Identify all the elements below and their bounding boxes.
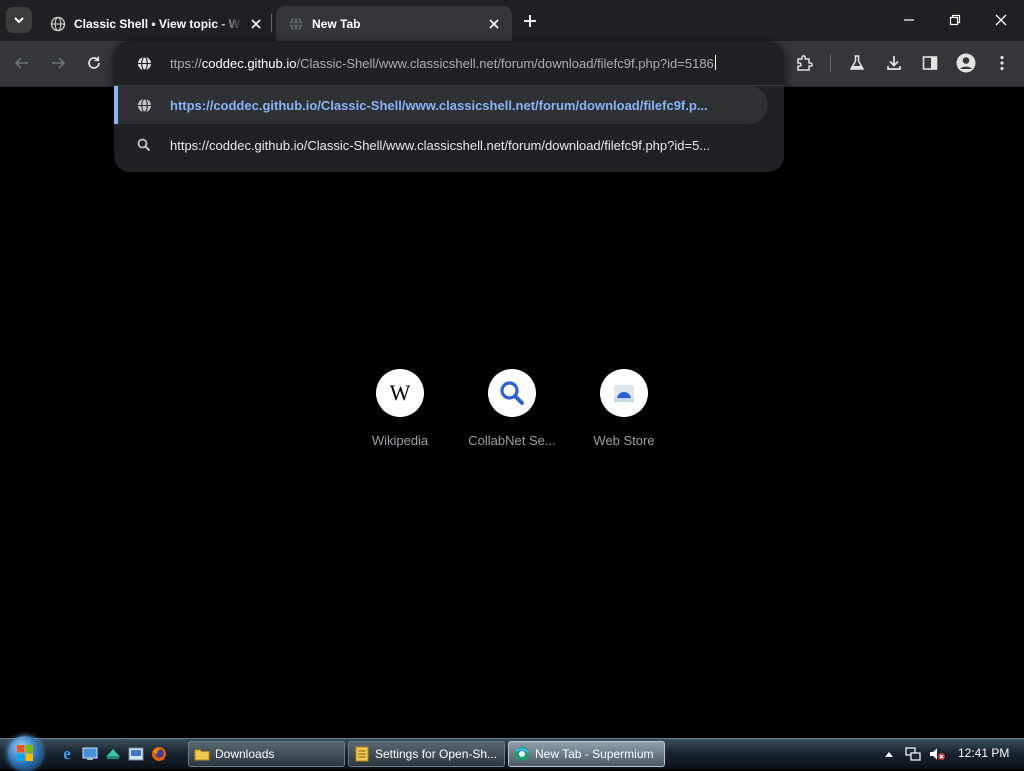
windows-logo-icon (8, 736, 42, 770)
taskbar-clock[interactable]: 12:41 PM (958, 746, 1009, 760)
reload-icon (88, 56, 100, 69)
search-icon (488, 369, 536, 417)
text-caret (714, 55, 716, 70)
volume-muted-icon[interactable] (928, 745, 946, 763)
shortcut-label: CollabNet Se... (468, 433, 556, 448)
taskbar-button-downloads[interactable]: Downloads (188, 741, 345, 767)
tab-search-button[interactable] (6, 7, 32, 33)
url-prefix: ttps:// (170, 56, 202, 71)
close-icon (995, 14, 1007, 26)
taskbar-button-label: Downloads (215, 747, 275, 761)
globe-icon (288, 16, 304, 32)
control-panel-icon[interactable] (127, 745, 145, 763)
taskbar-button-label: New Tab - Supermium (535, 747, 654, 761)
taskbar-button-label: Settings for Open-Sh... (375, 747, 498, 761)
profile-button[interactable] (953, 50, 979, 76)
web-store-icon (600, 369, 648, 417)
labs-button[interactable] (844, 50, 870, 76)
omnibox-popup: ttps://coddec.github.io/Classic-Shell/ww… (114, 41, 784, 172)
network-icon[interactable] (904, 745, 922, 763)
suggestion-text: https://coddec.github.io/Classic-Shell/w… (170, 97, 708, 113)
taskbar-button-supermium[interactable]: New Tab - Supermium (508, 741, 665, 767)
download-icon (887, 56, 901, 70)
settings-icon (354, 746, 370, 762)
close-window-button[interactable] (978, 0, 1024, 40)
back-button[interactable] (9, 50, 35, 76)
new-tab-button[interactable] (518, 9, 542, 33)
address-bar[interactable]: ttps://coddec.github.io/Classic-Shell/ww… (114, 41, 784, 85)
address-input[interactable]: ttps://coddec.github.io/Classic-Shell/ww… (170, 55, 762, 71)
puzzle-icon (797, 55, 813, 71)
wikipedia-icon: W (376, 369, 424, 417)
menu-button[interactable] (989, 50, 1015, 76)
reload-button[interactable] (81, 50, 107, 76)
forward-arrow-icon (52, 57, 66, 69)
side-panel-icon (922, 56, 938, 70)
extensions-button[interactable] (791, 50, 817, 76)
back-arrow-icon (14, 57, 28, 69)
shortcut-label: Wikipedia (371, 433, 429, 448)
firefox-icon[interactable] (150, 745, 168, 763)
toolbar-separator (830, 54, 831, 72)
supermium-icon (514, 746, 530, 762)
internet-explorer-icon[interactable]: e (58, 744, 76, 763)
taskbar-button-settings[interactable]: Settings for Open-Sh... (348, 741, 505, 767)
kebab-menu-icon (1000, 55, 1004, 71)
restore-button[interactable] (932, 0, 978, 40)
tab-title: New Tab (312, 16, 361, 31)
minimize-icon (904, 19, 914, 21)
tab-title: Classic Shell • View topic - Windows (74, 16, 242, 31)
url-path: /Classic-Shell/www.classicshell.net/foru… (296, 56, 714, 71)
start-button[interactable] (4, 735, 46, 771)
close-icon[interactable] (486, 16, 502, 32)
shortcut-label: Web Store (593, 433, 655, 448)
tab-classic-shell[interactable]: Classic Shell • View topic - Windows (38, 6, 274, 41)
switch-windows-icon[interactable] (104, 745, 122, 763)
side-panel-button[interactable] (917, 50, 943, 76)
show-desktop-icon[interactable] (81, 745, 99, 763)
tab-separator (271, 14, 272, 32)
chevron-down-icon (14, 17, 24, 24)
chevron-up-icon (885, 752, 893, 757)
globe-icon (136, 97, 152, 113)
shortcut-wikipedia[interactable]: W Wikipedia (344, 369, 456, 453)
folder-icon (194, 746, 210, 762)
search-icon (136, 137, 152, 153)
shortcut-web-store[interactable]: Web Store (568, 369, 680, 453)
avatar-icon (956, 53, 976, 73)
suggestion-text: https://coddec.github.io/Classic-Shell/w… (170, 137, 711, 153)
omnibox-suggestion[interactable]: https://coddec.github.io/Classic-Shell/w… (114, 86, 768, 124)
tab-strip: Classic Shell • View topic - Windows New… (0, 0, 1024, 41)
url-host: coddec.github.io (201, 56, 297, 71)
forward-button[interactable] (45, 50, 71, 76)
taskbar: e Downloads Settings for Open-Sh... New … (0, 735, 1024, 771)
globe-icon (136, 55, 152, 71)
flask-icon (849, 55, 865, 70)
omnibox-suggestion[interactable]: https://coddec.github.io/Classic-Shell/w… (114, 126, 768, 164)
plus-icon (524, 15, 536, 27)
close-icon[interactable] (248, 16, 264, 32)
tab-new-tab[interactable]: New Tab (276, 6, 512, 41)
shortcut-collabnet[interactable]: CollabNet Se... (456, 369, 568, 453)
globe-icon (50, 16, 66, 32)
show-hidden-icons-button[interactable] (883, 745, 895, 763)
restore-icon (949, 14, 961, 26)
minimize-button[interactable] (886, 0, 932, 40)
downloads-button[interactable] (881, 50, 907, 76)
